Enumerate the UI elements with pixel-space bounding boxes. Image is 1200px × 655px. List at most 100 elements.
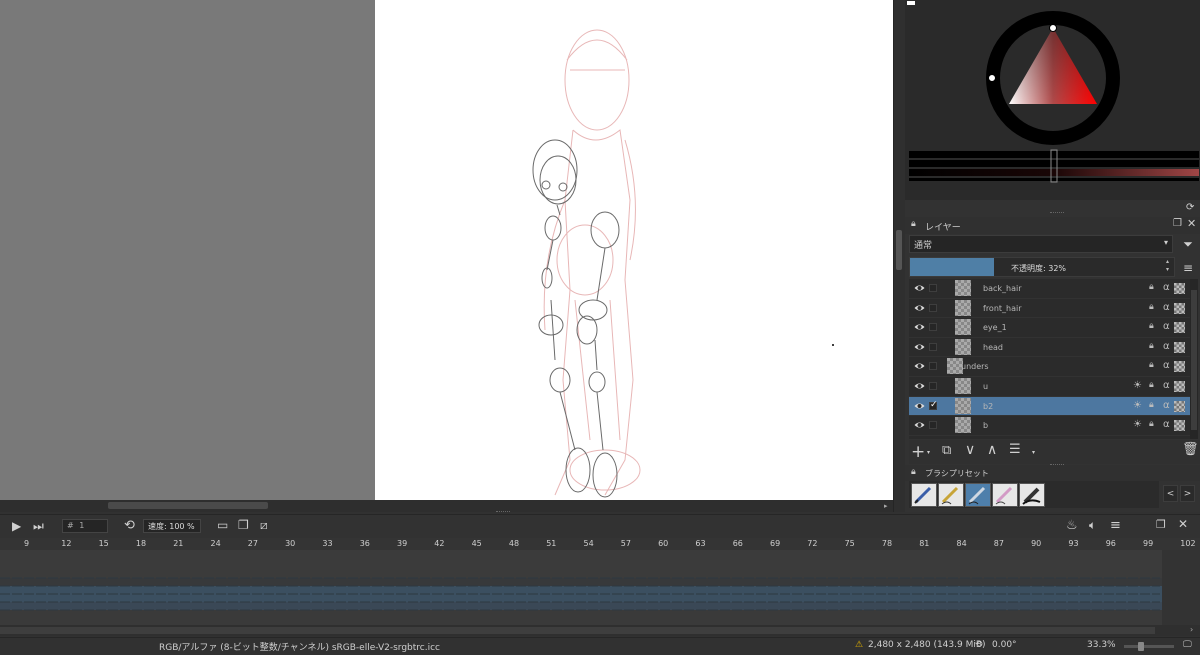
play-icon[interactable]: ▶︎ [12,519,21,533]
float-timeline-icon[interactable]: ❐ [1156,518,1166,531]
trash-icon[interactable]: 🗑︎ [1182,442,1199,457]
onion-skins-icon[interactable]: ♨ [1066,518,1078,533]
vertical-scroll-thumb[interactable] [896,230,902,270]
brush-prev-button[interactable]: < [1163,485,1178,502]
layer-checkbox[interactable] [929,323,937,332]
brush-preset-5[interactable] [1019,483,1045,507]
move-layer-down-icon[interactable]: ∨ [965,442,975,458]
lock-icon[interactable]: 🔒︎ [1149,302,1154,312]
timeline-splitter[interactable] [496,511,510,512]
lock-icon[interactable]: 🔒︎ [1149,321,1154,331]
brush-preset-4[interactable] [992,483,1018,507]
alpha-lock-icon[interactable]: α [1163,360,1170,371]
brush-preset-1[interactable] [911,483,937,507]
alpha-lock-icon[interactable]: α [1163,400,1170,411]
zoom-slider[interactable] [1124,645,1174,648]
layer-visibility-mode-icon[interactable] [1174,283,1185,294]
lock-icon[interactable]: 🔒︎ [1149,282,1154,292]
layer-visibility-mode-icon[interactable] [1174,302,1185,314]
timeline-ruler[interactable]: 9 12 15 18 21 24 27 30 33 36 39 42 45 48 51 54 57 60 63 66 6… [0,538,1200,550]
layer-row-eye-1[interactable]: eye_1 🔒︎ α [909,318,1190,338]
properties-dropdown-icon[interactable]: ▾ [1032,449,1035,456]
brush-next-button[interactable]: > [1180,485,1195,502]
eye-icon[interactable] [914,283,925,293]
zoom-slider-handle[interactable] [1138,642,1144,651]
inherit-alpha-icon[interactable]: ☀ [1133,419,1142,430]
eye-icon[interactable] [914,322,925,332]
close-panel-icon[interactable]: ✕ [1187,217,1196,230]
hue-handle[interactable] [1049,24,1057,32]
scroll-right-arrow-icon[interactable]: ▸ [884,502,888,510]
frame-number-input[interactable]: # 1 [62,519,108,533]
eye-icon[interactable] [914,361,925,371]
timeline-frames[interactable] [0,550,1200,625]
lock-icon[interactable]: 🔒︎ [1149,419,1154,429]
layer-row-u[interactable]: u ☀ 🔒︎ α [909,377,1190,397]
onion-skin-layers-icon[interactable]: ❐ [238,518,249,532]
display-icon[interactable]: 🖵 [1183,640,1192,650]
layer-checkbox[interactable] [929,284,937,292]
layer-row-unders[interactable]: unders 🔒︎ α [909,357,1190,377]
drop-frames-icon[interactable]: ⧄ [260,518,268,533]
blend-mode-select[interactable]: 通常 ▾ [909,235,1173,253]
layer-visibility-mode-icon[interactable] [1174,322,1185,334]
lock-icon[interactable]: 🔒︎ [1149,341,1154,351]
color-wheel[interactable] [905,0,1200,200]
layer-visibility-mode-icon[interactable] [1174,361,1185,373]
saturation-handle[interactable] [988,74,996,82]
add-layer-icon[interactable]: + [911,442,925,462]
layer-row-b[interactable]: b ☀ 🔒︎ α [909,416,1190,436]
add-layer-dropdown-icon[interactable]: ▾ [927,449,930,456]
eye-icon[interactable] [914,420,925,430]
eye-icon[interactable] [914,303,925,313]
timeline-scroll-thumb[interactable] [0,627,1155,634]
audio-icon[interactable]: 🔈︎ [1089,518,1096,533]
lock-icon[interactable]: 🔒︎ [1149,360,1154,370]
layer-row-front-hair[interactable]: front_hair 🔒︎ α [909,299,1190,319]
layer-checkbox[interactable] [929,421,937,430]
loop-icon[interactable]: ⟲ [124,518,135,533]
brush-preset-2[interactable] [938,483,964,507]
layer-row-head[interactable]: head 🔒︎ α [909,338,1190,358]
layer-checkbox[interactable] [929,342,937,351]
lock-icon[interactable]: 🔒︎ [1149,400,1154,410]
layer-row-b2[interactable]: ✓ b2 ☀ 🔒︎ α [909,396,1190,417]
float-panel-icon[interactable]: ❐ [1173,218,1182,229]
layer-visibility-mode-icon[interactable] [1174,381,1185,392]
alpha-lock-icon[interactable]: α [1163,321,1170,332]
inherit-alpha-icon[interactable]: ☀ [1133,400,1142,411]
layer-properties-icon[interactable]: ☰ [1009,442,1021,457]
dock-splitter[interactable] [1050,212,1064,213]
refresh-icon[interactable]: ⟳ [1186,202,1194,213]
rotate-icon[interactable]: ⟲ [975,640,983,650]
timeline-scrollbar[interactable]: › [0,625,1200,636]
lock-icon[interactable]: 🔒︎ [1149,380,1154,390]
move-layer-up-icon[interactable]: ∧ [987,442,997,458]
layer-visibility-mode-icon[interactable] [1174,341,1185,353]
layer-checkbox[interactable] [929,303,937,312]
layer-list-scroll-thumb[interactable] [1191,290,1197,430]
horizontal-scroll-thumb[interactable] [108,502,268,509]
layer-visibility-mode-icon[interactable] [1174,420,1185,432]
layer-checkbox[interactable] [929,362,937,371]
layer-list[interactable]: back_hair 🔒︎ α front_hair 🔒︎ α eye_1 🔒︎ α head 🔒︎ α… [909,279,1190,439]
lock-panel-icon[interactable]: 🔒︎ [911,467,916,477]
opacity-spin-arrows[interactable]: ▴ ▾ [1166,258,1169,274]
close-timeline-icon[interactable]: ✕ [1178,517,1188,531]
lock-panel-icon[interactable]: 🔒︎ [911,219,916,229]
layer-checkbox[interactable] [929,382,937,390]
filter-icon[interactable]: ⏷ [1180,236,1196,252]
eye-icon[interactable] [914,401,925,411]
advanced-color-selector[interactable] [905,0,1200,200]
onion-skin-frame-icon[interactable]: ▭ [217,518,228,532]
layer-visibility-mode-icon[interactable] [1174,400,1185,412]
inherit-alpha-icon[interactable]: ☀ [1133,380,1142,391]
alpha-lock-icon[interactable]: α [1163,302,1170,313]
menu-icon[interactable]: ≡ [1180,260,1196,276]
alpha-lock-icon[interactable]: α [1163,282,1170,293]
timeline-menu-icon[interactable]: ≡ [1110,518,1121,533]
next-frame-icon[interactable]: ⏭︎ [33,519,44,534]
eye-icon[interactable] [914,381,925,391]
timeline-scroll-right-icon[interactable]: › [1190,625,1193,634]
speed-input[interactable]: 速度: 100 % [143,519,201,533]
